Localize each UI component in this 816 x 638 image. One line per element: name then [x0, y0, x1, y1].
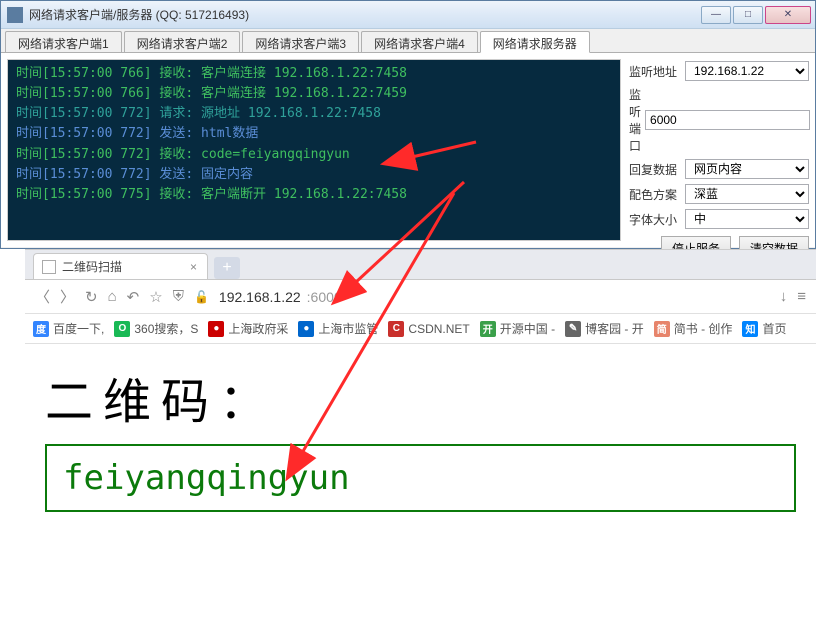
url-host: 192.168.1.22	[219, 289, 301, 305]
undo-icon[interactable]: ↶	[127, 288, 140, 306]
bookmark-item[interactable]: 开开源中国 -	[480, 320, 555, 337]
browser-window: 二维码扫描 × + 〈 〉 ↻ ⌂ ↶ ☆ ⛨ 🔓 192.168.1.22 :6…	[25, 249, 816, 638]
home-icon[interactable]: ⌂	[108, 288, 117, 305]
port-input[interactable]	[645, 110, 810, 130]
font-label: 字体大小	[629, 211, 681, 228]
console-line: 时间[15:57:00 766] 接收: 客户端连接 192.168.1.22:…	[16, 64, 612, 84]
console-line: 时间[15:57:00 775] 接收: 客户端断开 192.168.1.22:…	[16, 185, 612, 205]
url-port: :6000	[307, 289, 342, 305]
tab-3[interactable]: 网络请求客户端4	[361, 31, 478, 52]
tab-close-icon[interactable]: ×	[190, 260, 197, 274]
console-line: 时间[15:57:00 772] 发送: 固定内容	[16, 165, 612, 185]
page-heading: 二维码：	[45, 362, 796, 432]
reply-select[interactable]: 网页内容	[685, 159, 809, 179]
bookmark-label: 简书 - 创作	[674, 320, 733, 337]
console-line: 时间[15:57:00 772] 发送: html数据	[16, 124, 612, 144]
forward-icon[interactable]: 〉	[60, 286, 75, 307]
bookmark-icon: 知	[742, 321, 758, 337]
bookmark-item[interactable]: ✎博客园 - 开	[565, 320, 644, 337]
font-select[interactable]: 中	[685, 209, 809, 229]
theme-select[interactable]: 深蓝	[685, 184, 809, 204]
bookmark-item[interactable]: C CSDN.NET	[388, 321, 469, 337]
tab-1[interactable]: 网络请求客户端2	[124, 31, 241, 52]
tab-0[interactable]: 网络请求客户端1	[5, 31, 122, 52]
bookmark-item[interactable]: O360搜索，S	[114, 320, 198, 337]
addr-label: 监听地址	[629, 63, 681, 80]
bookmark-label: 360搜索，S	[134, 320, 198, 337]
theme-label: 配色方案	[629, 186, 681, 203]
bookmark-icon: 度	[33, 321, 49, 337]
bookmark-label: 首页	[762, 320, 786, 337]
browser-tabbar: 二维码扫描 × +	[25, 250, 816, 280]
bookmark-label: CSDN.NET	[408, 322, 469, 336]
side-panel: 监听地址 192.168.1.22 监听端口 回复数据 网页内容 配色方案 深蓝…	[629, 59, 809, 241]
bookmark-icon: 简	[654, 321, 670, 337]
menu-icon[interactable]: ≡	[797, 288, 806, 305]
back-icon[interactable]: 〈	[35, 286, 50, 307]
bookmark-item[interactable]: 简简书 - 创作	[654, 320, 733, 337]
download-icon[interactable]: ↓	[780, 288, 788, 305]
tab-2[interactable]: 网络请求客户端3	[242, 31, 359, 52]
bookmark-icon: O	[114, 321, 130, 337]
port-label: 监听端口	[629, 86, 641, 154]
shield-icon[interactable]: ⛨	[173, 288, 184, 305]
bookmark-label: 上海政府采	[228, 320, 288, 337]
tabbar: 网络请求客户端1网络请求客户端2网络请求客户端3网络请求客户端4网络请求服务器	[1, 29, 815, 52]
maximize-button[interactable]: □	[733, 6, 763, 24]
new-tab-button[interactable]: +	[214, 257, 240, 279]
browser-tab[interactable]: 二维码扫描 ×	[33, 253, 208, 279]
browser-tab-title: 二维码扫描	[62, 258, 184, 275]
bookmark-label: 开源中国 -	[500, 320, 555, 337]
console-log: 时间[15:57:00 766] 接收: 客户端连接 192.168.1.22:…	[7, 59, 621, 241]
bookmark-item[interactable]: ●上海市监管	[298, 320, 378, 337]
window-title: 网络请求客户端/服务器 (QQ: 517216493)	[29, 6, 701, 23]
bookmark-label: 百度一下,	[53, 320, 104, 337]
bookmark-icon: ●	[298, 321, 314, 337]
reply-label: 回复数据	[629, 161, 681, 178]
tab-4[interactable]: 网络请求服务器	[480, 31, 590, 53]
minimize-button[interactable]: —	[701, 6, 731, 24]
close-button[interactable]: ✕	[765, 6, 811, 24]
app-icon	[7, 7, 23, 23]
bookmarks-bar: 度百度一下,O360搜索，S●上海政府采●上海市监管CCSDN.NET开开源中国…	[25, 314, 816, 344]
address-bar: 〈 〉 ↻ ⌂ ↶ ☆ ⛨ 🔓 192.168.1.22 :6000 ↓ ≡	[25, 280, 816, 314]
star-icon[interactable]: ☆	[149, 288, 162, 306]
bookmark-label: 博客园 - 开	[585, 320, 644, 337]
bookmark-item[interactable]: 知首页	[742, 320, 786, 337]
bookmark-item[interactable]: ●上海政府采	[208, 320, 288, 337]
bookmark-icon: ✎	[565, 321, 581, 337]
lock-insecure-icon: 🔓	[194, 290, 209, 304]
app-window: 网络请求客户端/服务器 (QQ: 517216493) — □ ✕ 网络请求客户…	[0, 0, 816, 249]
bookmark-label: 上海市监管	[318, 320, 378, 337]
console-line: 时间[15:57:00 766] 接收: 客户端连接 192.168.1.22:…	[16, 84, 612, 104]
page-result-value: feiyangqingyun	[63, 458, 778, 498]
favicon-icon	[42, 260, 56, 274]
bookmark-item[interactable]: 度百度一下,	[33, 320, 104, 337]
reload-icon[interactable]: ↻	[85, 288, 98, 306]
addr-select[interactable]: 192.168.1.22	[685, 61, 809, 81]
url-input[interactable]: 192.168.1.22 :6000	[219, 289, 770, 305]
bookmark-icon: C	[388, 321, 404, 337]
titlebar[interactable]: 网络请求客户端/服务器 (QQ: 517216493) — □ ✕	[1, 1, 815, 29]
console-line: 时间[15:57:00 772] 接收: code=feiyangqingyun	[16, 145, 612, 165]
page-result-box: feiyangqingyun	[45, 444, 796, 512]
bookmark-icon: ●	[208, 321, 224, 337]
console-line: 时间[15:57:00 772] 请求: 源地址 192.168.1.22:74…	[16, 104, 612, 124]
page-content: 二维码： feiyangqingyun	[25, 344, 816, 530]
bookmark-icon: 开	[480, 321, 496, 337]
